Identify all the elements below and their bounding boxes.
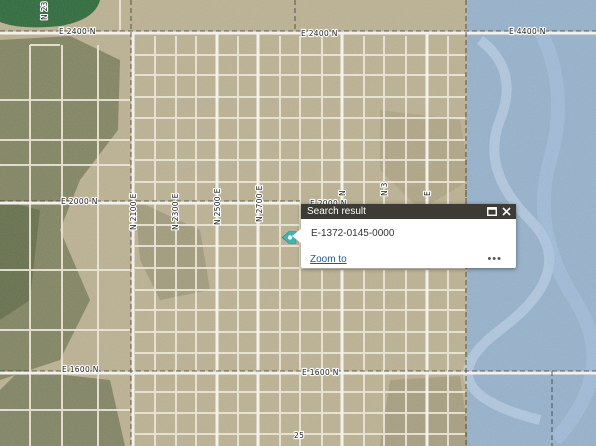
road-label-n2500e: N 2500 E [213,188,222,225]
close-button[interactable] [500,204,513,219]
popup-footer: Zoom to ••• [301,250,516,268]
road-label-e2400n-east: E 2400 N [301,29,338,38]
road-label-partial-b: E [423,191,432,196]
road-label-e2000n-west: E 2000 N [61,197,98,206]
result-id: E-1372-0145-0000 [311,228,395,239]
road-label-n2700e: N 2700 E [255,185,264,222]
road-label-n23-top: N 23 [40,1,49,20]
road-label-n2100e: N 2100 E [129,193,138,230]
zoom-to-link[interactable]: Zoom to [310,254,347,265]
more-actions-button[interactable]: ••• [487,254,502,265]
road-label-e4400n: E 4400 N [509,27,546,36]
road-label-partial-c: N 3 [380,182,389,196]
popup-body: E-1372-0145-0000 [301,219,516,248]
maximize-icon [486,207,497,216]
popup-header: Search result [301,204,516,219]
map-bottom-marker: 25 [294,431,304,440]
road-label-n2300e: N 2300 E [171,193,180,230]
close-icon [502,207,511,216]
road-label-e2400n-west: E 2400 N [59,27,96,36]
road-label-partial-a: N [338,190,347,196]
road-label-e1600n-east: E 1600 N [302,368,339,377]
search-result-popup: Search result E-1372-0145-0000 Zoom to •… [292,204,516,268]
road-label-e1600n-west: E 1600 N [62,365,99,374]
maximize-button[interactable] [485,204,498,219]
popup-title: Search result [307,206,366,217]
popup-pointer [292,229,301,243]
